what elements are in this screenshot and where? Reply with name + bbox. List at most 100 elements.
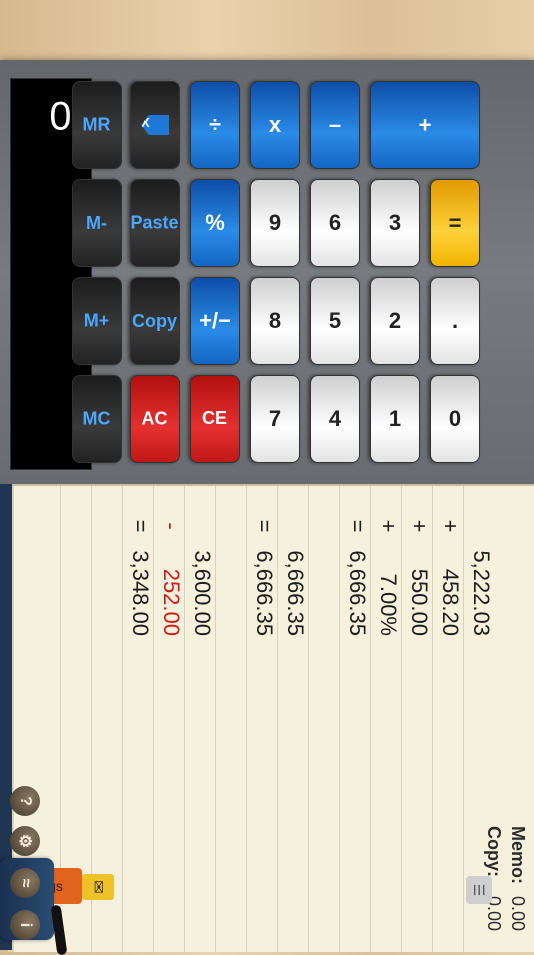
mminus-key[interactable]: M- (72, 179, 122, 267)
tape-row: = 6,666.35 (251, 506, 277, 952)
equals-key-label: = (448, 209, 462, 235)
ac-key-label: AC (142, 408, 168, 429)
tape-row: - 252.00 (158, 506, 184, 952)
ruled-line (308, 486, 309, 952)
minus-key-label: – (328, 112, 342, 137)
mminus-key-label: M- (86, 212, 108, 233)
calculator-body: 0 MC M+ M- MR AC Copy Paste X CE +/−% ÷ 7 8 9 x 4 5 6 – 1 2 3… (0, 60, 534, 484)
tape-operator: = (128, 519, 153, 533)
mc-key[interactable]: MC (72, 375, 122, 463)
tape-row: +550.00 (406, 506, 432, 952)
mr-key[interactable]: MR (72, 81, 122, 169)
tape-value: 458.20 (438, 568, 463, 636)
info-icon[interactable]: i (10, 910, 40, 940)
tape-value: 252.00 (159, 568, 184, 636)
plusminus-key-label: +/− (199, 308, 231, 333)
divide-key-label: ÷ (208, 111, 222, 137)
mr-key-label: MR (83, 114, 111, 135)
ruled-line (215, 486, 216, 952)
mplus-key-label: M+ (84, 310, 110, 331)
ruled-line (463, 486, 464, 952)
tape-row: = 3,348.00 (127, 506, 153, 952)
mail-tab-icon[interactable]: ✉ (82, 874, 114, 900)
d1-key[interactable]: 1 (370, 375, 420, 463)
percent-key[interactable]: % (190, 179, 240, 267)
ruled-line (277, 486, 278, 952)
copy-key[interactable]: Copy (130, 277, 180, 365)
tape-operator: + (407, 519, 432, 533)
mc-key-label: MC (83, 408, 111, 429)
tape-value: 3,600.00 (190, 550, 215, 636)
d8-key-label: 8 (268, 308, 282, 333)
ce-key-label: CE (202, 408, 228, 429)
plus-key-label: + (418, 111, 432, 137)
tape-operator: - (159, 522, 184, 530)
plus-key[interactable]: + (370, 81, 480, 169)
tape-value: 6,666.35 (345, 550, 370, 636)
ruled-line (153, 486, 154, 952)
percent-key-label: % (205, 210, 225, 235)
d4-key-label: 4 (328, 406, 342, 431)
multiply-key-label: x (268, 112, 282, 137)
d5-key[interactable]: 5 (310, 277, 360, 365)
tape-value: 550.00 (407, 568, 432, 636)
share-icon[interactable]: ≈ (10, 868, 40, 898)
equals-key[interactable]: = (430, 179, 480, 267)
paste-key[interactable]: Paste (130, 179, 180, 267)
memo-label: Memo: (508, 826, 528, 884)
tape-value: 6,666.35 (283, 550, 308, 636)
tape-operator: + (376, 519, 401, 533)
ruled-line (432, 486, 433, 952)
plusminus-key[interactable]: +/− (190, 277, 240, 365)
d1-key-label: 1 (388, 406, 402, 431)
tape-value: 5,222.03 (469, 550, 494, 636)
d5-key-label: 5 (328, 308, 342, 333)
ruled-line (122, 486, 123, 952)
notes-icon[interactable]: ☰ (466, 876, 492, 904)
dot-key[interactable]: . (430, 277, 480, 365)
copy-key-label: Copy (132, 310, 178, 331)
app-scene: 0 MC M+ M- MR AC Copy Paste X CE +/−% ÷ 7 8 9 x 4 5 6 – 1 2 3… (0, 0, 534, 955)
d2-key[interactable]: 2 (370, 277, 420, 365)
mplus-key[interactable]: M+ (72, 277, 122, 365)
ruled-line (339, 486, 340, 952)
paste-key-label: Paste (130, 212, 180, 233)
multiply-key[interactable]: x (250, 81, 300, 169)
tape-row: 6,666.35 (282, 506, 308, 952)
tape-row: +7.00% (375, 506, 401, 952)
d3-key[interactable]: 3 (370, 179, 420, 267)
tape-row: +458.20 (437, 506, 463, 952)
divide-key[interactable]: ÷ (190, 81, 240, 169)
gear-icon[interactable]: ⚙ (10, 826, 40, 856)
tape-value: 3,348.00 (128, 550, 153, 636)
ruled-line (246, 486, 247, 952)
tape-operator: = (252, 519, 277, 533)
d9-key[interactable]: 9 (250, 179, 300, 267)
d0-key-label: 0 (448, 406, 462, 431)
d6-key[interactable]: 6 (310, 179, 360, 267)
dot-key-label: . (451, 308, 459, 333)
d8-key[interactable]: 8 (250, 277, 300, 365)
ruled-line (401, 486, 402, 952)
tape-value: 7.00% (376, 573, 401, 636)
memo-value: 0.00 (508, 896, 528, 932)
help-icon[interactable]: ? (10, 786, 40, 816)
d0-key[interactable]: 0 (430, 375, 480, 463)
ruled-line (184, 486, 185, 952)
tape-row: = 6,666.35 (344, 506, 370, 952)
d2-key-label: 2 (388, 308, 402, 333)
tape-operator: + (438, 519, 463, 533)
tape-value: 6,666.35 (252, 550, 277, 636)
d7-key[interactable]: 7 (250, 375, 300, 463)
ruled-line (370, 486, 371, 952)
d7-key-label: 7 (268, 406, 282, 431)
tape-operator: = (345, 519, 370, 533)
ce-key[interactable]: CE (190, 375, 240, 463)
d3-key-label: 3 (388, 210, 402, 235)
minus-key[interactable]: – (310, 81, 360, 169)
ac-key[interactable]: AC (130, 375, 180, 463)
d4-key[interactable]: 4 (310, 375, 360, 463)
tape-row: 3,600.00 (189, 506, 215, 952)
backspace-key[interactable]: X (130, 81, 180, 169)
backspace-icon: X (141, 115, 169, 135)
